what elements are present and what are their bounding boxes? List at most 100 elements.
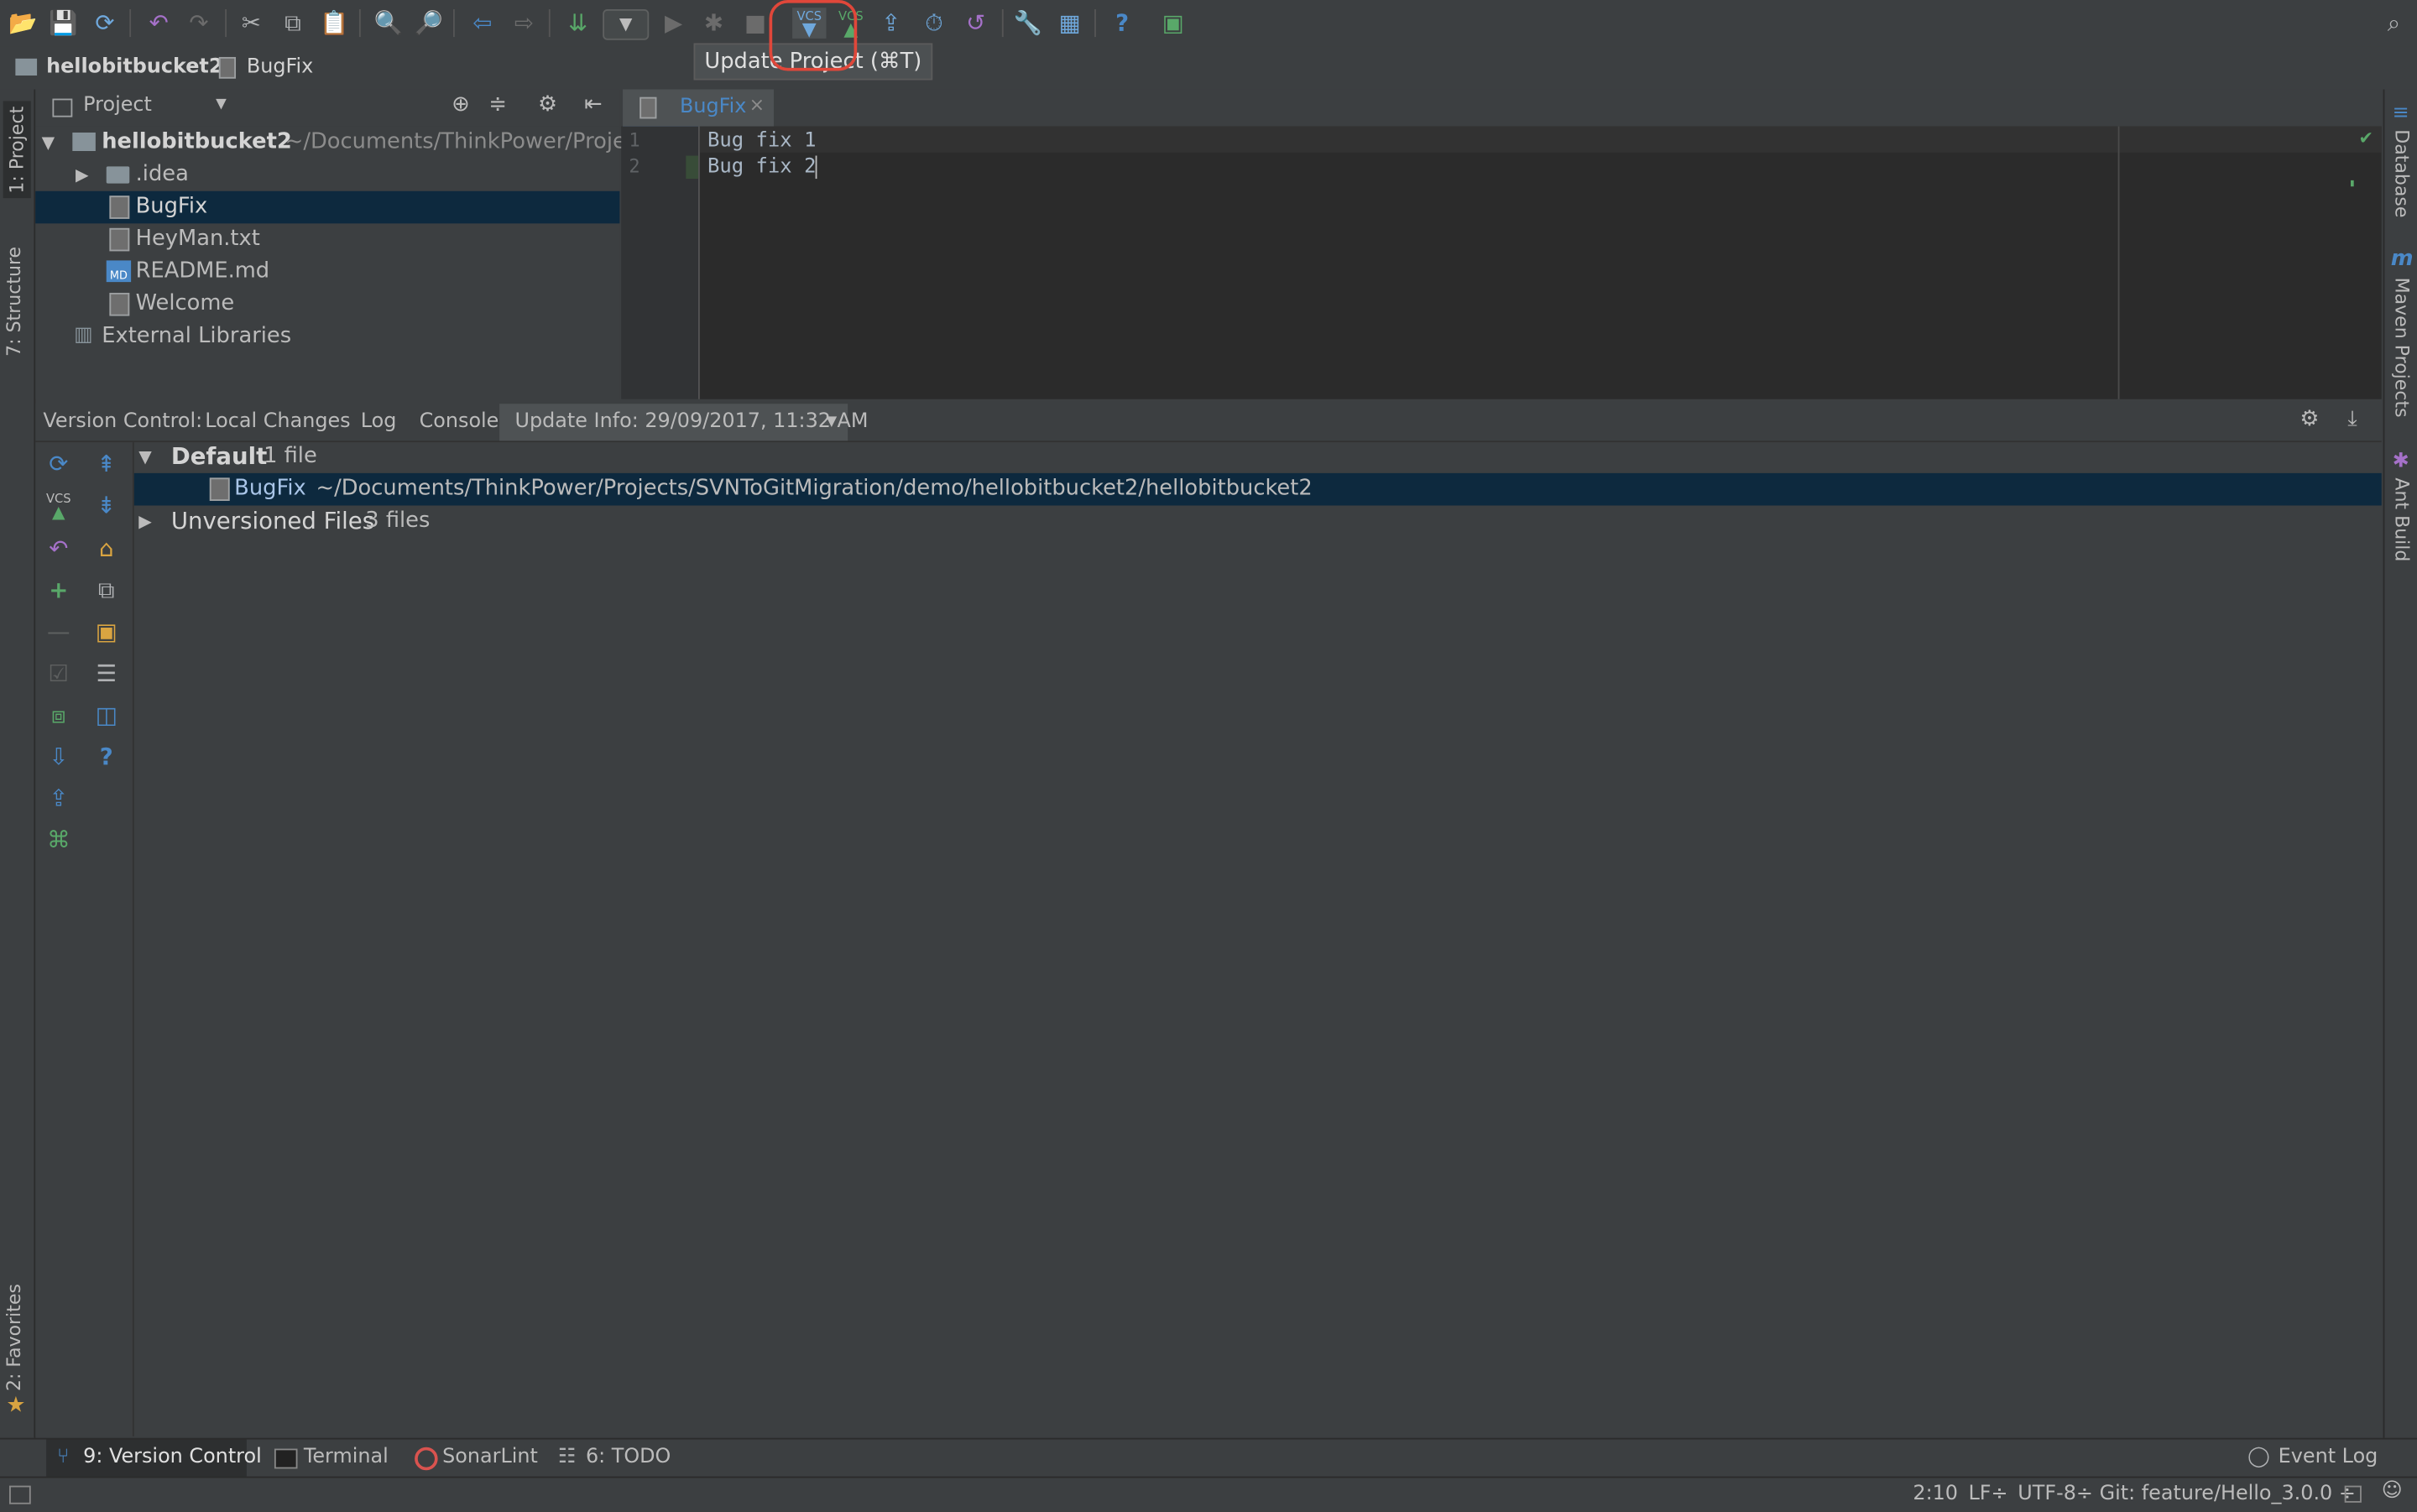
vcs-history-icon[interactable]: ⏱ [919, 8, 950, 39]
undo-icon[interactable]: ↶ [144, 8, 175, 39]
debug-icon[interactable]: ✱ [698, 8, 729, 39]
expand-all-icon[interactable]: ⇞ [90, 447, 123, 481]
paste-icon[interactable]: 📋 [319, 8, 350, 39]
breadcrumb-file[interactable]: BugFix [247, 55, 313, 79]
breadcrumb-project[interactable]: hellobitbucket2 [46, 55, 222, 79]
collapse-all-icon[interactable]: ≑ [488, 92, 507, 117]
toolbar-separator [1001, 9, 1004, 38]
tab-database[interactable]: Database [2391, 129, 2413, 217]
vcs-push-icon[interactable]: ⇪ [875, 8, 906, 39]
project-view-select[interactable]: Project [83, 94, 152, 117]
tool-terminal[interactable]: Terminal [304, 1446, 389, 1469]
chevron-down-icon[interactable]: ▼ [826, 414, 837, 430]
tab-console[interactable]: Console [420, 410, 499, 434]
event-log-icon: ◯ [2247, 1445, 2270, 1469]
changelist-default[interactable]: ▼ Default 1 file [134, 441, 2382, 473]
revert-icon[interactable]: ↶ [42, 532, 76, 566]
tree-root[interactable]: ▼ hellobitbucket2 ~/Documents/ThinkPower… [35, 127, 638, 159]
back-icon[interactable]: ⇦ [467, 8, 499, 39]
commit-icon[interactable]: VCS ▲ [42, 488, 76, 522]
tab-update-info[interactable]: Update Info: 29/09/2017, 11:32 AM [514, 410, 868, 434]
stop-icon[interactable]: ■ [740, 8, 771, 39]
changed-file-row[interactable]: BugFix ~/Documents/ThinkPower/Projects/S… [133, 472, 2382, 506]
diff-icon[interactable]: ▣ [90, 615, 123, 649]
run-config-dropdown[interactable]: ▼ [603, 9, 650, 40]
collapse-all-icon[interactable]: ⇟ [90, 488, 123, 522]
run-icon[interactable]: ▶ [658, 8, 689, 39]
inspector-icon[interactable]: ☺ [2382, 1479, 2403, 1503]
tab-project[interactable]: 1: Project [3, 102, 31, 199]
project-structure-icon[interactable]: ▦ [1054, 8, 1085, 39]
tool-sonarlint[interactable]: SonarLint [442, 1446, 538, 1469]
chevron-down-icon[interactable]: ▼ [216, 97, 227, 112]
remove-changelist-icon[interactable]: — [42, 615, 76, 649]
tab-log[interactable]: Log [361, 410, 397, 434]
tool-event-log[interactable]: Event Log [2279, 1446, 2378, 1469]
preview-diff-icon[interactable]: ◫ [90, 698, 123, 732]
tab-ant-build[interactable]: Ant Build [2391, 477, 2413, 561]
replace-icon[interactable]: 🔎 [413, 8, 444, 39]
ant-icon: ✱ [2392, 450, 2409, 473]
set-active-icon[interactable]: ☑ [42, 656, 76, 690]
code-editor[interactable]: Bug fix 1 Bug fix 2 ✔ [699, 126, 2382, 399]
vcs-revert-icon[interactable]: ↺ [960, 8, 991, 39]
unversioned-files-row[interactable]: ▶ Unversioned Files 3 files [134, 505, 2382, 538]
tree-item-bugfix[interactable]: BugFix [35, 190, 620, 224]
toolbar-separator [452, 9, 455, 38]
group-by-icon[interactable]: ☰ [90, 656, 123, 690]
shelve-icon[interactable]: ⇩ [42, 740, 76, 774]
help-icon[interactable]: ? [90, 740, 123, 774]
change-marker [686, 155, 699, 180]
shelf-icon[interactable]: ⌂ [90, 532, 123, 566]
search-everywhere-icon[interactable]: ⌕ [2378, 8, 2409, 39]
tool-windows-icon[interactable] [9, 1485, 31, 1504]
copy-icon[interactable]: ⧉ [278, 8, 309, 39]
gear-icon[interactable]: ⚙ [538, 92, 557, 117]
tool-todo[interactable]: 6: TODO [586, 1446, 671, 1469]
left-tool-stripe: 1: Project 7: Structure 2: Favorites ★ [0, 89, 36, 1438]
close-icon[interactable]: × [749, 94, 765, 116]
tree-item-external-libraries[interactable]: ▥ External Libraries [35, 321, 619, 353]
branch-graph-icon[interactable]: ⌘ [42, 823, 76, 857]
settings-icon[interactable]: 🔧 [1013, 8, 1044, 39]
cut-icon[interactable]: ✂ [236, 8, 267, 39]
redo-icon[interactable]: ↷ [184, 8, 215, 39]
root-name: hellobitbucket2 [102, 129, 292, 154]
tree-item-welcome[interactable]: Welcome [35, 288, 619, 321]
line-number: 1 [629, 129, 640, 151]
tab-local-changes[interactable]: Local Changes [205, 410, 350, 434]
tool-version-control[interactable]: 9: Version Control [83, 1446, 262, 1469]
editor-tab-bugfix[interactable]: BugFix × [623, 89, 775, 132]
download-icon[interactable]: ⤓ [2347, 407, 2357, 431]
tree-item-idea[interactable]: ▶ .idea [35, 159, 619, 191]
tab-maven-projects[interactable]: Maven Projects [2391, 278, 2413, 418]
sync-icon[interactable]: ⟳ [90, 8, 121, 39]
tab-structure[interactable]: 7: Structure [3, 247, 25, 357]
open-icon[interactable]: 📂 [8, 8, 39, 39]
scroll-from-source-icon[interactable]: ⊕ [452, 92, 470, 117]
sdk-icon[interactable]: ▣ [1157, 8, 1188, 39]
tree-item-heyman[interactable]: HeyMan.txt [35, 223, 619, 256]
tool-window-bar: ⑂ 9: Version Control Terminal SonarLint … [0, 1437, 2417, 1478]
git-branch[interactable]: Git: feature/Hello_3.0.0 ÷ [2100, 1483, 2356, 1506]
forward-icon[interactable]: ⇨ [509, 8, 540, 39]
find-icon[interactable]: 🔍 [373, 8, 404, 39]
tree-item-readme[interactable]: MD README.md [35, 256, 619, 289]
line-separator[interactable]: LF÷ [1969, 1483, 2008, 1506]
move-to-changelist-icon[interactable]: ⧈ [42, 698, 76, 732]
help-icon[interactable]: ? [1107, 8, 1138, 39]
tab-favorites[interactable]: 2: Favorites [3, 1284, 25, 1391]
refresh-icon[interactable]: ⟳ [42, 447, 76, 481]
code-line: Bug fix 1 [707, 129, 817, 153]
hide-panel-icon[interactable]: ⇤ [584, 92, 603, 117]
push-icon[interactable]: ⇪ [42, 781, 76, 815]
lock-icon[interactable] [2344, 1485, 2362, 1503]
maven-icon: m [2390, 246, 2414, 272]
gear-icon[interactable]: ⚙ [2300, 407, 2319, 431]
caret-position[interactable]: 2:10 [1913, 1483, 1958, 1506]
file-encoding[interactable]: UTF-8÷ [2018, 1483, 2093, 1506]
copy-icon[interactable]: ⧉ [90, 573, 123, 607]
new-changelist-icon[interactable]: + [42, 573, 76, 607]
save-icon[interactable]: 💾 [48, 8, 79, 39]
build-icon[interactable]: ⇊ [562, 8, 593, 39]
